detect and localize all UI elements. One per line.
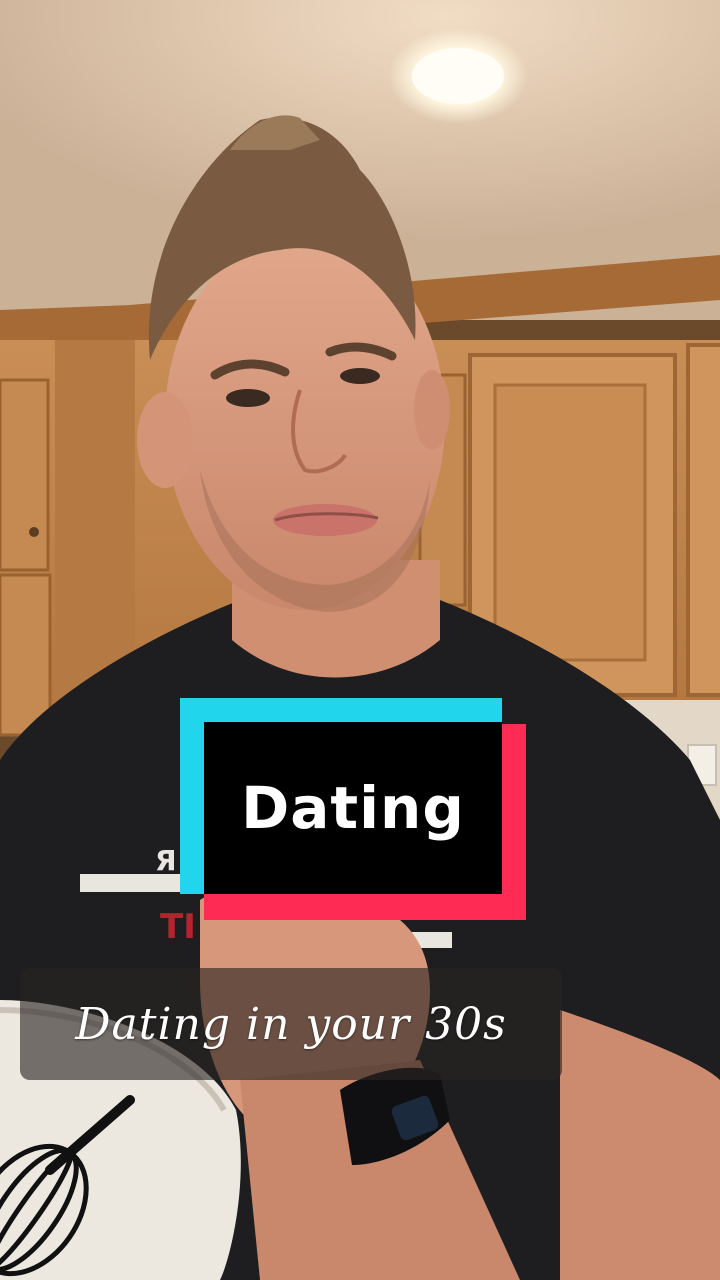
sticker-text: Dating: [241, 774, 465, 842]
video-frame[interactable]: Я TI: [0, 0, 720, 1280]
caption-bar: Dating in your 30s: [20, 968, 562, 1080]
dating-sticker: Dating: [180, 698, 526, 920]
caption-text: Dating in your 30s: [75, 998, 507, 1050]
kitchen-scene: Я TI: [0, 0, 720, 1280]
svg-text:Я: Я: [155, 844, 177, 877]
sticker-box: Dating: [204, 722, 502, 894]
